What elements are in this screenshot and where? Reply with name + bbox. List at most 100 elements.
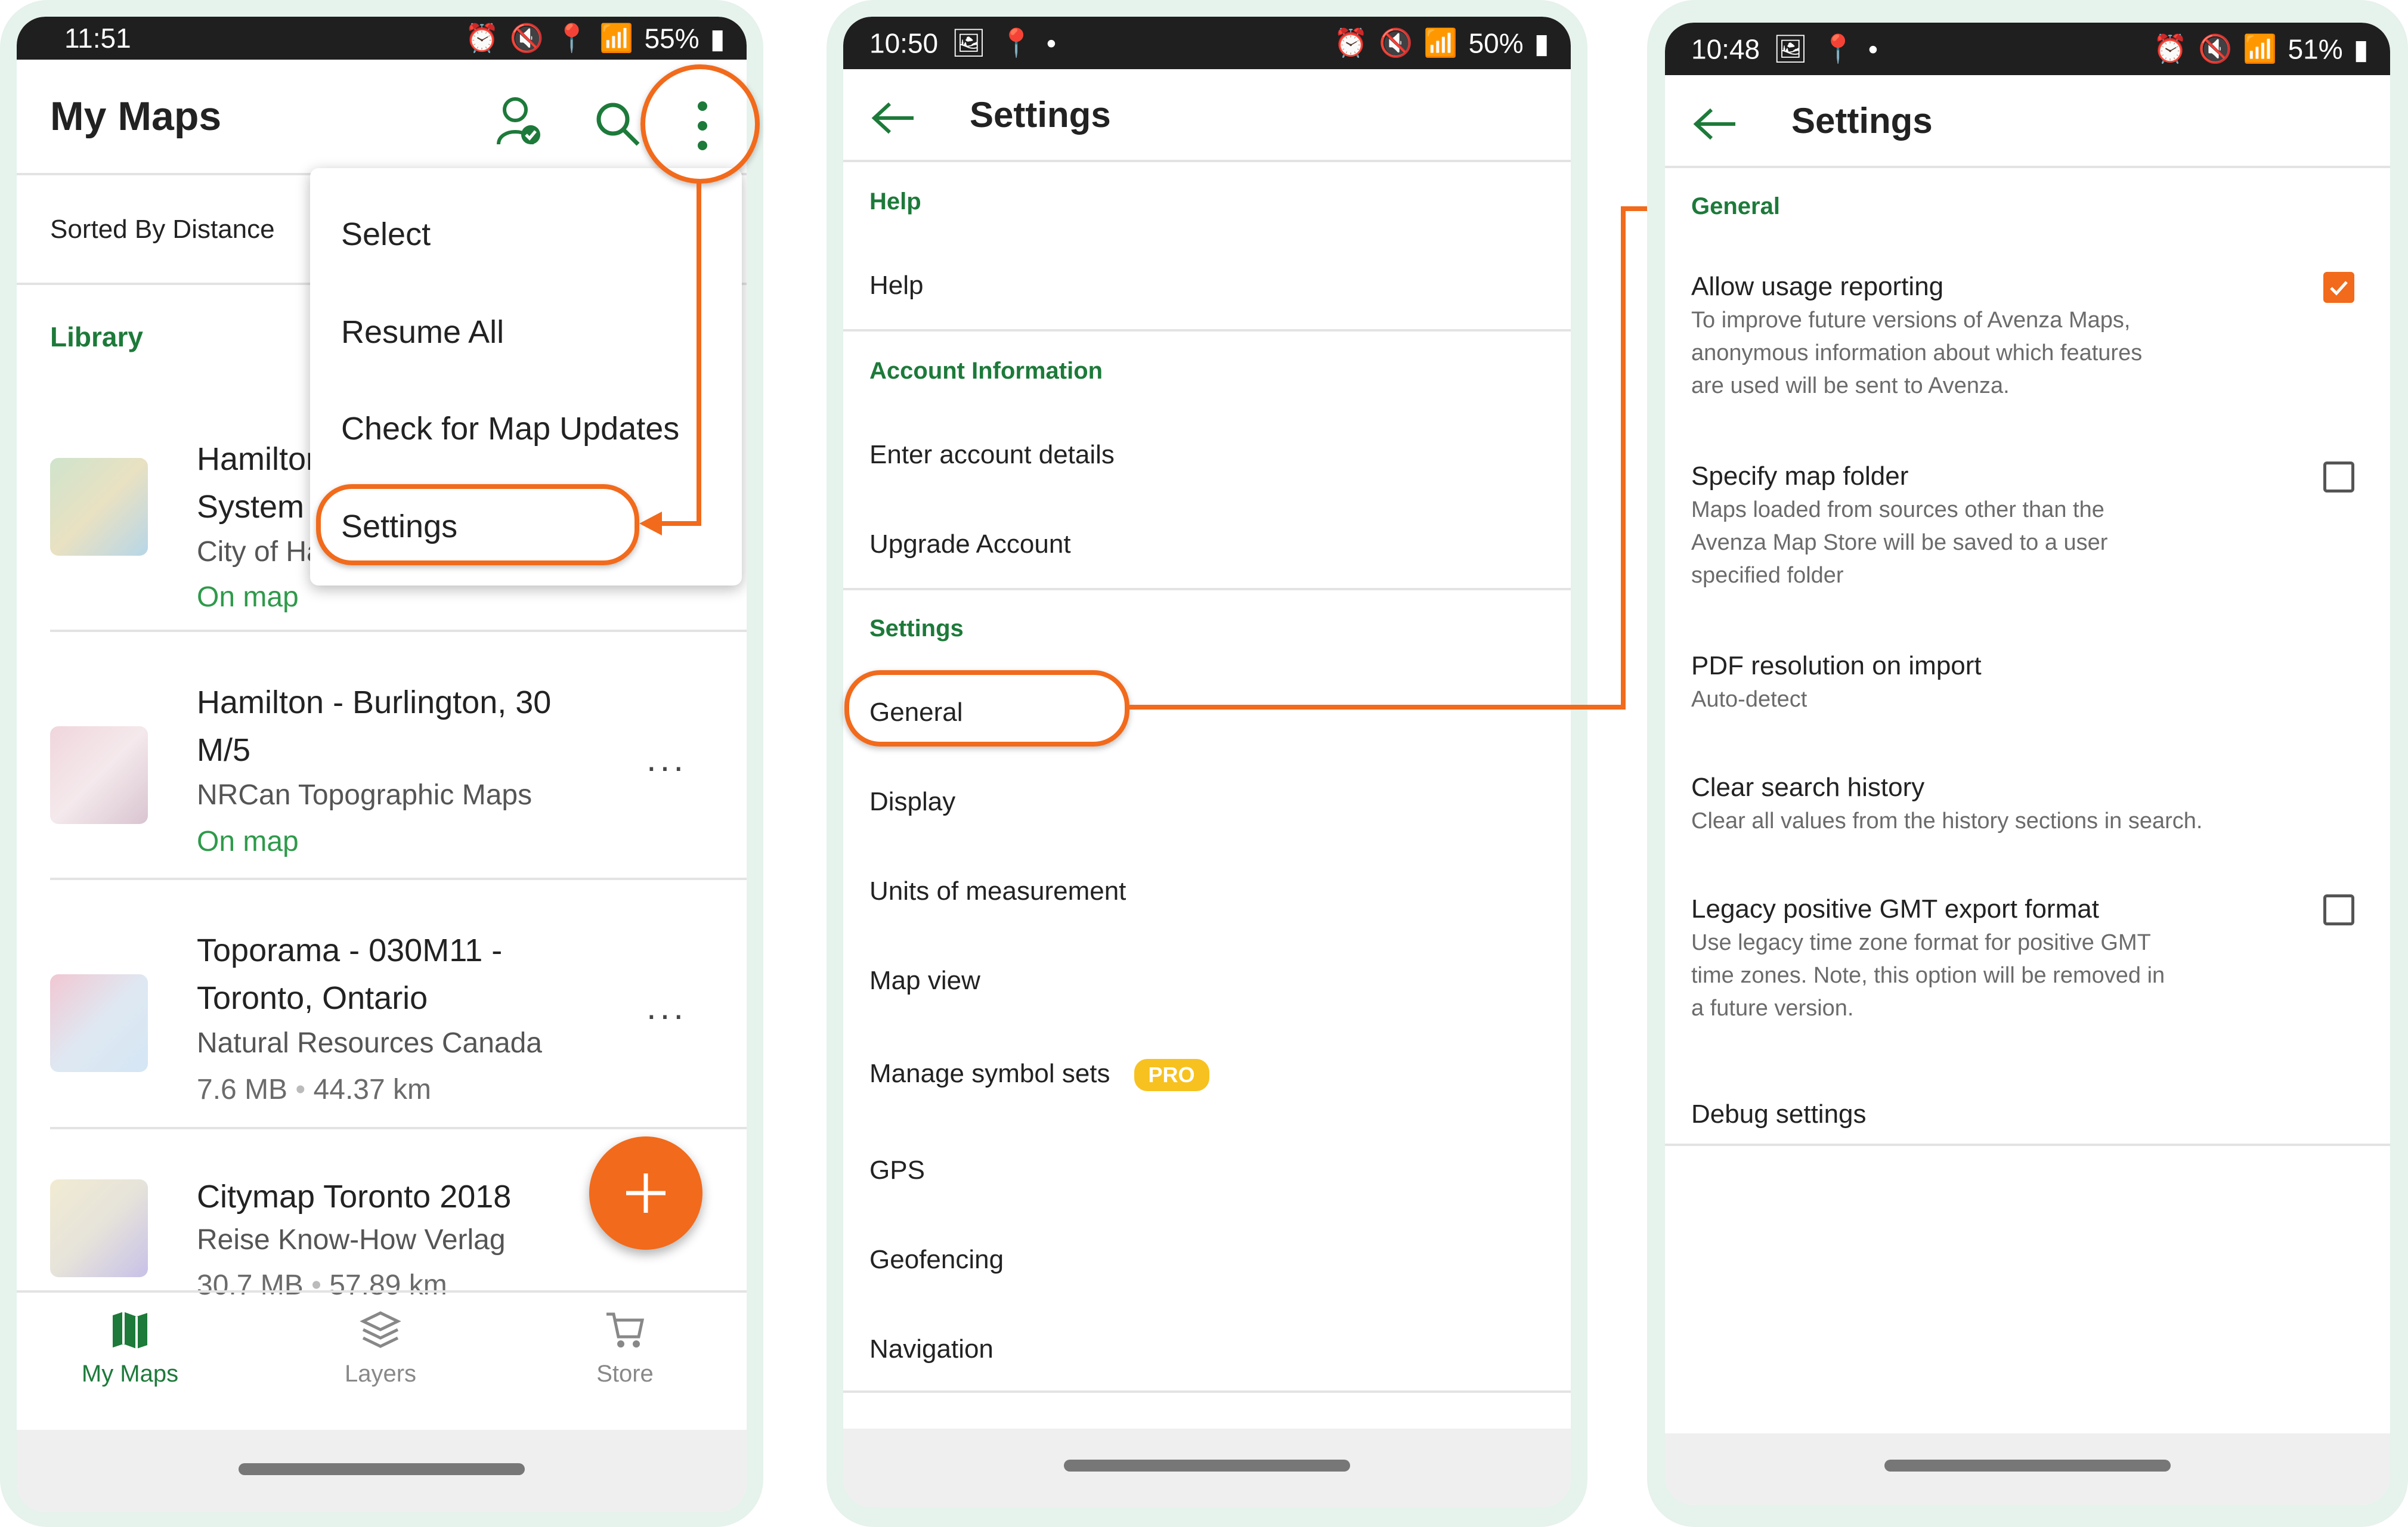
menu-item-select[interactable]: Select: [341, 216, 431, 253]
battery-icon: ▮: [710, 23, 725, 54]
plus-icon: [626, 1173, 666, 1213]
header-divider: [1665, 166, 2390, 168]
option-debug-settings[interactable]: Debug settings: [1691, 1099, 1867, 1129]
check-icon: [2330, 281, 2348, 296]
option-title: Allow usage reporting: [1691, 272, 1944, 301]
settings-item-geofencing[interactable]: Geofencing: [869, 1245, 1004, 1275]
option-map-folder[interactable]: Specify map folder Maps loaded from sour…: [1691, 461, 2371, 605]
list-item[interactable]: Toporama - 030M11 - Toronto, Ontario Nat…: [50, 909, 736, 1147]
option-clear-search-history[interactable]: Clear search history Clear all values fr…: [1691, 773, 2371, 856]
search-icon[interactable]: [594, 100, 642, 148]
section-divider: [843, 588, 1571, 590]
phone-my-maps: 11:51 ⏰ 🔇 📍 📶 55% ▮ My Maps Sorted By Di…: [0, 0, 763, 1527]
screen-general-settings: 10:48 🖼 📍 • ⏰ 🔇 📶 51% ▮ Settings General: [1665, 23, 2390, 1505]
map-meta: 30.7 MB • 57.89 km: [197, 1269, 447, 1301]
list-end-divider: [843, 1390, 1571, 1393]
tab-layers[interactable]: Layers: [309, 1309, 452, 1387]
option-title: Specify map folder: [1691, 461, 1909, 491]
settings-item-navigation[interactable]: Navigation: [869, 1334, 993, 1364]
settings-item-upgrade[interactable]: Upgrade Account: [869, 529, 1071, 559]
status-time: 11:51: [64, 23, 131, 54]
settings-item-units[interactable]: Units of measurement: [869, 876, 1126, 906]
mute-icon: 🔇: [2198, 33, 2233, 64]
option-description: Auto-detect: [1691, 687, 1807, 712]
settings-item-display[interactable]: Display: [869, 787, 955, 817]
account-icon[interactable]: [495, 94, 543, 148]
list-divider: [50, 630, 747, 632]
status-time: 10:48: [1691, 33, 1760, 64]
status-time: 10:50: [869, 27, 939, 58]
wifi-icon: 📶: [1423, 27, 1458, 58]
battery-icon: ▮: [1534, 27, 1549, 58]
menu-item-resume-all[interactable]: Resume All: [341, 314, 504, 351]
option-legacy-gmt[interactable]: Legacy positive GMT export format Use le…: [1691, 894, 2371, 1037]
home-indicator[interactable]: [239, 1463, 525, 1475]
option-usage-reporting[interactable]: Allow usage reporting To improve future …: [1691, 272, 2371, 415]
section-divider: [843, 329, 1571, 332]
sort-label[interactable]: Sorted By Distance: [50, 215, 275, 244]
layers-icon: [360, 1311, 401, 1348]
option-description: Maps loaded from sources other than the …: [1691, 497, 2108, 588]
page-title: Settings: [1791, 101, 1933, 141]
map-folder-checkbox[interactable]: [2323, 461, 2354, 493]
back-arrow-icon[interactable]: [869, 100, 917, 139]
alarm-icon: ⏰: [2153, 33, 2188, 64]
map-size: 7.6 MB: [197, 1074, 288, 1105]
list-item[interactable]: Hamilton - Burlington, 30 M/5 NRCan Topo…: [50, 661, 736, 899]
arrow-line: [1129, 705, 1626, 710]
screen-settings: 10:50 🖼 📍 • ⏰ 🔇 📶 50% ▮ Settings Help He…: [843, 17, 1571, 1507]
list-divider: [50, 1127, 747, 1129]
battery-label: 51%: [2288, 33, 2343, 64]
wifi-icon: 📶: [2243, 33, 2277, 64]
option-description: Use legacy time zone format for positive…: [1691, 930, 2165, 1021]
map-thumbnail: [50, 974, 148, 1072]
option-pdf-resolution[interactable]: PDF resolution on import Auto-detect: [1691, 651, 2371, 735]
list-divider: [50, 878, 747, 880]
map-icon: [113, 1312, 147, 1349]
settings-item-map-view[interactable]: Map view: [869, 966, 980, 996]
settings-item-enter-account[interactable]: Enter account details: [869, 440, 1115, 470]
option-description: To improve future versions of Avenza Map…: [1691, 308, 2143, 398]
home-indicator[interactable]: [1884, 1460, 2171, 1472]
tabs-divider: [17, 1290, 747, 1293]
alarm-icon: ⏰: [465, 22, 499, 54]
image-icon: 🖼: [1773, 33, 1808, 64]
arrow-line: [656, 521, 701, 526]
settings-item-gps[interactable]: GPS: [869, 1156, 925, 1185]
settings-item-symbol-sets[interactable]: Manage symbol sets PRO: [869, 1059, 1209, 1092]
map-size: 30.7 MB: [197, 1269, 304, 1301]
option-title: Clear search history: [1691, 773, 1925, 802]
phone-settings: 10:50 🖼 📍 • ⏰ 🔇 📶 50% ▮ Settings Help He…: [827, 0, 1587, 1527]
system-nav-bar: [17, 1430, 747, 1512]
more-options-icon[interactable]: ...: [646, 986, 687, 1027]
tab-store[interactable]: Store: [553, 1309, 697, 1387]
usage-reporting-checkbox[interactable]: [2323, 272, 2354, 303]
menu-item-check-updates[interactable]: Check for Map Updates: [341, 410, 679, 447]
add-map-button[interactable]: [589, 1136, 702, 1250]
location-icon: 📍: [1821, 33, 1855, 64]
tab-my-maps[interactable]: My Maps: [58, 1309, 202, 1387]
home-indicator[interactable]: [1064, 1460, 1350, 1472]
highlight-overflow-menu: [640, 64, 760, 184]
page-title: My Maps: [50, 94, 222, 139]
phone-general-settings: 10:48 🖼 📍 • ⏰ 🔇 📶 51% ▮ Settings General: [1647, 0, 2408, 1527]
screen-my-maps: 11:51 ⏰ 🔇 📍 📶 55% ▮ My Maps Sorted By Di…: [17, 17, 747, 1512]
battery-icon: ▮: [2353, 33, 2369, 64]
location-icon: 📍: [999, 27, 1033, 58]
more-options-icon[interactable]: ...: [646, 738, 687, 779]
map-publisher: Natural Resources Canada: [197, 1027, 542, 1059]
settings-item-help[interactable]: Help: [869, 271, 924, 301]
system-nav-bar: [1665, 1433, 2390, 1505]
option-title: Legacy positive GMT export format: [1691, 894, 2099, 924]
status-bar: 10:48 🖼 📍 • ⏰ 🔇 📶 51% ▮: [1665, 23, 2390, 75]
page-title: Settings: [970, 95, 1111, 135]
mute-icon: 🔇: [1379, 27, 1413, 58]
back-arrow-icon[interactable]: [1691, 106, 1739, 145]
map-distance: 57.89 km: [329, 1269, 447, 1301]
map-thumbnail: [50, 458, 148, 556]
status-bar: 11:51 ⏰ 🔇 📍 📶 55% ▮: [17, 17, 747, 60]
map-meta: 7.6 MB • 44.37 km: [197, 1074, 431, 1105]
section-account: Account Information: [869, 358, 1103, 384]
list-end-divider: [1665, 1144, 2390, 1146]
legacy-gmt-checkbox[interactable]: [2323, 894, 2354, 925]
